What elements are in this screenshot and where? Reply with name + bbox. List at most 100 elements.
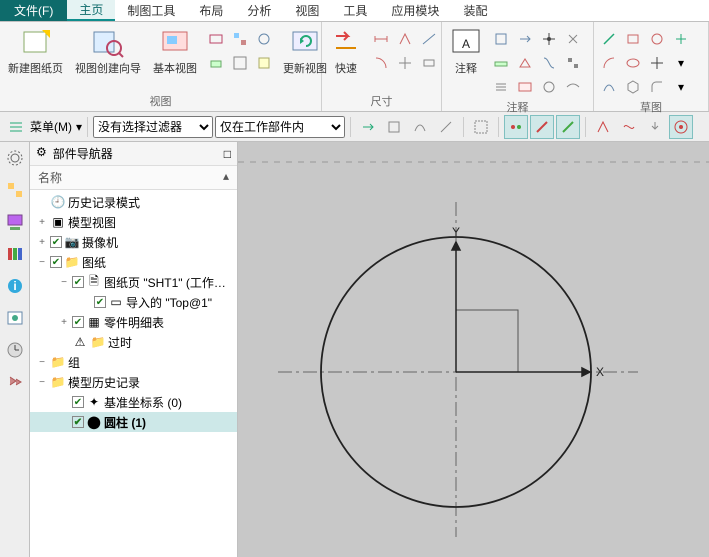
- toolbtn-3-icon[interactable]: [408, 115, 432, 139]
- sketch-circle-icon[interactable]: [646, 28, 668, 50]
- anno-tool-1-icon[interactable]: [490, 28, 512, 50]
- tab-tools[interactable]: 工具: [331, 0, 379, 21]
- toolbtn-4-icon[interactable]: [434, 115, 458, 139]
- view-tool-4-icon[interactable]: [205, 52, 227, 74]
- maximize-icon[interactable]: □: [224, 147, 231, 161]
- toolbtn-8-icon[interactable]: [556, 115, 580, 139]
- part-navigator-icon[interactable]: [3, 178, 27, 202]
- anno-tool-6-icon[interactable]: [514, 52, 536, 74]
- checkbox[interactable]: [72, 316, 84, 328]
- tree-obsolete[interactable]: ⚠ 📁 过时: [30, 332, 237, 352]
- view-tool-6-icon[interactable]: [253, 52, 275, 74]
- anno-tool-4-icon[interactable]: [562, 28, 584, 50]
- process-icon[interactable]: [3, 370, 27, 394]
- new-sheet-button[interactable]: 新建图纸页: [4, 24, 67, 78]
- menu-button-label[interactable]: 菜单(M): [30, 118, 72, 135]
- column-header-name[interactable]: 名称 ▴: [30, 166, 237, 190]
- toolbtn-12-icon[interactable]: [669, 115, 693, 139]
- tab-layout[interactable]: 布局: [187, 0, 235, 21]
- tab-assembly[interactable]: 装配: [451, 0, 499, 21]
- toolbtn-2-icon[interactable]: [382, 115, 406, 139]
- tab-home[interactable]: 主页: [67, 0, 115, 21]
- tree-cylinder[interactable]: ⬤ 圆柱 (1): [30, 412, 237, 432]
- tab-drafting-tools[interactable]: 制图工具: [115, 0, 187, 21]
- tab-analysis[interactable]: 分析: [235, 0, 283, 21]
- info-icon[interactable]: i: [3, 274, 27, 298]
- sketch-arc-icon[interactable]: [598, 52, 620, 74]
- checkbox[interactable]: [94, 296, 106, 308]
- toolbtn-11-icon[interactable]: [643, 115, 667, 139]
- sketch-fillet-icon[interactable]: [646, 76, 668, 98]
- toolbtn-5-icon[interactable]: [469, 115, 493, 139]
- dim-tool-5-icon[interactable]: [394, 52, 416, 74]
- tree-datum[interactable]: ✦ 基准坐标系 (0): [30, 392, 237, 412]
- anno-tool-10-icon[interactable]: [514, 76, 536, 98]
- anno-tool-2-icon[interactable]: [514, 28, 536, 50]
- sketch-point-icon[interactable]: [670, 28, 692, 50]
- dim-tool-4-icon[interactable]: [370, 52, 392, 74]
- sketch-spline-icon[interactable]: [598, 76, 620, 98]
- anno-tool-9-icon[interactable]: [490, 76, 512, 98]
- view-tool-5-icon[interactable]: [229, 52, 251, 74]
- web-icon[interactable]: [3, 306, 27, 330]
- drawing-canvas[interactable]: X Y: [238, 142, 709, 557]
- gear-icon[interactable]: [3, 146, 27, 170]
- anno-tool-3-icon[interactable]: [538, 28, 560, 50]
- view-tool-3-icon[interactable]: [253, 28, 275, 50]
- base-view-button[interactable]: 基本视图: [149, 24, 201, 78]
- tree-model-history[interactable]: −📁 模型历史记录: [30, 372, 237, 392]
- checkbox[interactable]: [50, 236, 62, 248]
- checkbox[interactable]: [72, 396, 84, 408]
- anno-tool-12-icon[interactable]: [562, 76, 584, 98]
- checkbox[interactable]: [72, 276, 84, 288]
- anno-tool-7-icon[interactable]: [538, 52, 560, 74]
- anno-tool-8-icon[interactable]: [562, 52, 584, 74]
- sketch-ellipse-icon[interactable]: [622, 52, 644, 74]
- tree-model-view[interactable]: +▣ 模型视图: [30, 212, 237, 232]
- part-navigator-panel: ⚙ 部件导航器 □ 名称 ▴ 🕘 历史记录模式 +▣ 模型视图 + 📷 摄像机: [30, 142, 238, 557]
- tree-camera[interactable]: + 📷 摄像机: [30, 232, 237, 252]
- file-menu[interactable]: 文件(F): [0, 0, 67, 21]
- sketch-hex-icon[interactable]: [622, 76, 644, 98]
- checkbox[interactable]: [50, 256, 62, 268]
- sketch-cross-icon[interactable]: [646, 52, 668, 74]
- toolbtn-1-icon[interactable]: [356, 115, 380, 139]
- group-label-dim: 尺寸: [326, 92, 437, 111]
- tree-history-mode[interactable]: 🕘 历史记录模式: [30, 192, 237, 212]
- dim-tool-1-icon[interactable]: [370, 28, 392, 50]
- sketch-line-icon[interactable]: [598, 28, 620, 50]
- filter-select-1[interactable]: 没有选择过滤器: [93, 116, 213, 138]
- filter-select-2[interactable]: 仅在工作部件内: [215, 116, 345, 138]
- tree-drawing[interactable]: − 📁 图纸: [30, 252, 237, 272]
- dim-tool-3-icon[interactable]: [418, 28, 440, 50]
- toolbtn-7-icon[interactable]: [530, 115, 554, 139]
- library-icon[interactable]: [3, 242, 27, 266]
- rapid-dim-button[interactable]: 快速: [326, 24, 366, 78]
- tree-imported[interactable]: ▭ 导入的 "Top@1": [30, 292, 237, 312]
- dim-tool-6-icon[interactable]: [418, 52, 440, 74]
- tree-parts-list[interactable]: + ▦ 零件明细表: [30, 312, 237, 332]
- toolbtn-9-icon[interactable]: [591, 115, 615, 139]
- menu-icon[interactable]: [4, 115, 28, 139]
- checkbox[interactable]: [72, 416, 84, 428]
- toolbtn-10-icon[interactable]: [617, 115, 641, 139]
- tab-view[interactable]: 视图: [283, 0, 331, 21]
- dim-tool-2-icon[interactable]: [394, 28, 416, 50]
- annotation-button[interactable]: A 注释: [446, 24, 486, 78]
- history-icon[interactable]: [3, 338, 27, 362]
- axis-x-label: X: [596, 365, 604, 379]
- anno-tool-11-icon[interactable]: [538, 76, 560, 98]
- tree-sheet[interactable]: − 🗎 图纸页 "SHT1" (工作…: [30, 272, 237, 292]
- assembly-navigator-icon[interactable]: [3, 210, 27, 234]
- view-tool-1-icon[interactable]: [205, 28, 227, 50]
- view-wizard-button[interactable]: 视图创建向导: [71, 24, 145, 78]
- sketch-chevron2-icon[interactable]: ▾: [670, 76, 692, 98]
- anno-tool-5-icon[interactable]: [490, 52, 512, 74]
- view-tool-2-icon[interactable]: [229, 28, 251, 50]
- tree-group[interactable]: −📁 组: [30, 352, 237, 372]
- nav-gear-icon[interactable]: ⚙: [36, 145, 47, 162]
- tab-app-module[interactable]: 应用模块: [379, 0, 451, 21]
- sketch-chevron-icon[interactable]: ▾: [670, 52, 692, 74]
- toolbtn-6-icon[interactable]: [504, 115, 528, 139]
- sketch-rect-icon[interactable]: [622, 28, 644, 50]
